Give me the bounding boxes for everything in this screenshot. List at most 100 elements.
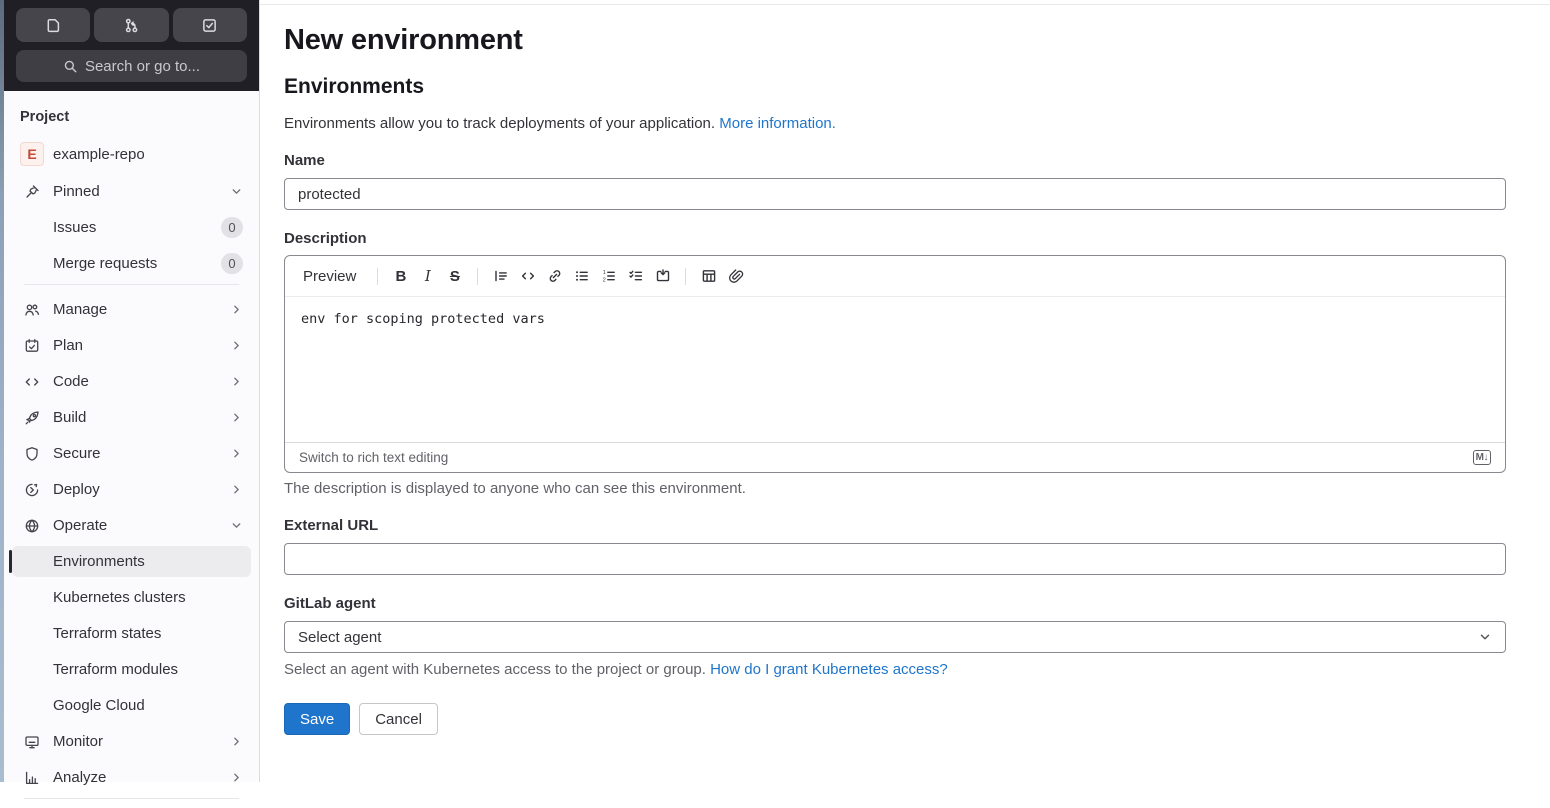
sidebar-item-code[interactable]: Code [12,366,251,397]
merge-requests-shortcut-button[interactable] [94,8,169,42]
name-input[interactable] [284,178,1506,210]
sidebar-item-label: Terraform states [53,625,162,642]
toolbar-separator [377,267,379,285]
sidebar-item-monitor[interactable]: Monitor [12,726,251,757]
bold-button[interactable]: B [387,264,414,288]
sidebar-item-manage[interactable]: Manage [12,294,251,325]
issues-icon [45,17,62,34]
cancel-button[interactable]: Cancel [359,703,438,735]
markdown-toolbar: Preview B I S 12 [285,256,1505,297]
sidebar-section-label: Project [20,109,70,125]
collapsible-section-button[interactable] [649,264,676,288]
markdown-icon: M↓ [1472,450,1491,465]
ordered-list-button[interactable]: 12 [595,264,622,288]
toolbar-separator [685,267,687,285]
sidebar-item-label: Deploy [53,481,100,498]
sidebar-divider [24,284,239,285]
sidebar-item-plan[interactable]: Plan [12,330,251,361]
sidebar-item-label: Terraform modules [53,661,179,678]
chevron-right-icon [230,303,243,316]
paperclip-icon [728,268,744,284]
sidebar-item-terraform-states[interactable]: Terraform states [12,618,251,649]
sidebar-item-google-cloud[interactable]: Google Cloud [12,690,251,721]
table-button[interactable] [695,264,722,288]
merge-requests-count-badge: 0 [221,253,243,274]
monitor-icon [24,734,40,750]
globe-icon [24,518,40,534]
external-url-input[interactable] [284,543,1506,575]
chevron-right-icon [230,447,243,460]
sidebar-item-deploy[interactable]: Deploy [12,474,251,505]
italic-icon: I [424,267,431,285]
bullet-list-button[interactable] [568,264,595,288]
sidebar-item-secure[interactable]: Secure [12,438,251,469]
kubernetes-access-link[interactable]: How do I grant Kubernetes access? [710,661,948,678]
name-label: Name [284,152,325,169]
code-button[interactable] [514,264,541,288]
main-content: New environment Environments Environment… [260,0,1550,782]
deploy-icon [24,482,40,498]
sidebar-item-label: Environments [53,553,145,570]
sidebar-item-merge-requests[interactable]: Merge requests 0 [12,248,251,279]
bullet-list-icon [574,268,590,284]
description-textarea[interactable]: env for scoping protected vars [285,297,1505,442]
top-border-line [260,4,1550,5]
calendar-check-icon [24,338,40,354]
sidebar-item-label: Operate [53,517,108,534]
issues-shortcut-button[interactable] [16,8,91,42]
project-name: example-repo [53,145,145,163]
sidebar-item-label: Plan [53,337,84,354]
todo-shortcut-button[interactable] [172,8,247,42]
sidebar-item-kubernetes-clusters[interactable]: Kubernetes clusters [12,582,251,613]
task-list-button[interactable] [622,264,649,288]
sidebar-item-label: Issues [53,219,97,236]
editor-footer: Switch to rich text editing M↓ [285,442,1505,472]
sidebar-item-label: Google Cloud [53,697,145,714]
sidebar: Search or go to... Project E example-rep… [4,0,260,799]
sidebar-item-label: Monitor [53,733,104,750]
users-icon [24,302,40,318]
sidebar-item-pinned[interactable]: Pinned [12,176,251,207]
preview-button[interactable]: Preview [299,266,360,287]
project-avatar: E [20,142,44,166]
sidebar-item-build[interactable]: Build [12,402,251,433]
intro-text-body: Environments allow you to track deployme… [284,115,720,132]
svg-text:2: 2 [603,277,606,283]
chevron-right-icon [230,735,243,748]
svg-text:1: 1 [603,270,606,276]
sidebar-item-environments[interactable]: Environments [9,546,251,577]
italic-button[interactable]: I [414,264,441,288]
chevron-down-icon [1478,630,1492,644]
sidebar-item-project[interactable]: E example-repo [12,137,251,171]
more-information-link[interactable]: More information. [719,115,836,132]
chevron-down-icon [230,519,243,532]
gitlab-agent-select[interactable]: Select agent [284,621,1506,653]
chart-icon [24,770,40,786]
sidebar-item-issues[interactable]: Issues 0 [12,212,251,243]
pin-icon [24,184,40,200]
description-editor: Preview B I S 12 env for scoping protect… [284,255,1506,473]
rocket-icon [24,410,40,426]
chevron-right-icon [230,339,243,352]
form-actions: Save Cancel [284,703,1506,735]
code-icon [520,268,536,284]
sidebar-dark-header: Search or go to... [4,0,259,91]
link-button[interactable] [541,264,568,288]
selected-agent-value: Select agent [298,628,382,646]
sidebar-item-label: Manage [53,301,108,318]
quote-button[interactable] [487,264,514,288]
sidebar-item-label: Code [53,373,89,390]
sidebar-item-terraform-modules[interactable]: Terraform modules [12,654,251,685]
intro-text: Environments allow you to track deployme… [284,115,1506,132]
strikethrough-button[interactable]: S [441,264,468,288]
sidebar-item-operate[interactable]: Operate [12,510,251,541]
sidebar-item-label: Build [53,409,87,426]
save-button[interactable]: Save [284,703,351,735]
switch-to-rich-text-button[interactable]: Switch to rich text editing [299,450,448,465]
attach-file-button[interactable] [722,264,749,288]
search-input[interactable]: Search or go to... [16,50,247,82]
sidebar-item-label: Kubernetes clusters [53,589,186,606]
sidebar-item-analyze[interactable]: Analyze [12,762,251,793]
description-label: Description [284,230,367,247]
bold-icon: B [395,267,407,285]
